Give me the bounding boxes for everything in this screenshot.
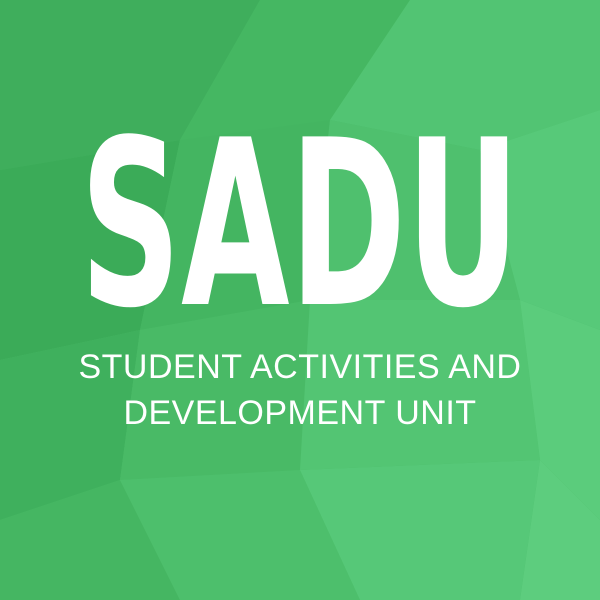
subtitle-line-1: STUDENT ACTIVITIES AND [78,348,522,386]
subtitle: STUDENT ACTIVITIES AND DEVELOPMENT UNIT [0,344,600,436]
logo-acronym: SADU [80,108,520,318]
sadu-graphic: SADU STUDENT ACTIVITIES AND DEVELOPMENT … [0,0,600,600]
logo-wordmark: SADU [80,108,520,318]
subtitle-line-2: DEVELOPMENT UNIT [123,394,477,432]
